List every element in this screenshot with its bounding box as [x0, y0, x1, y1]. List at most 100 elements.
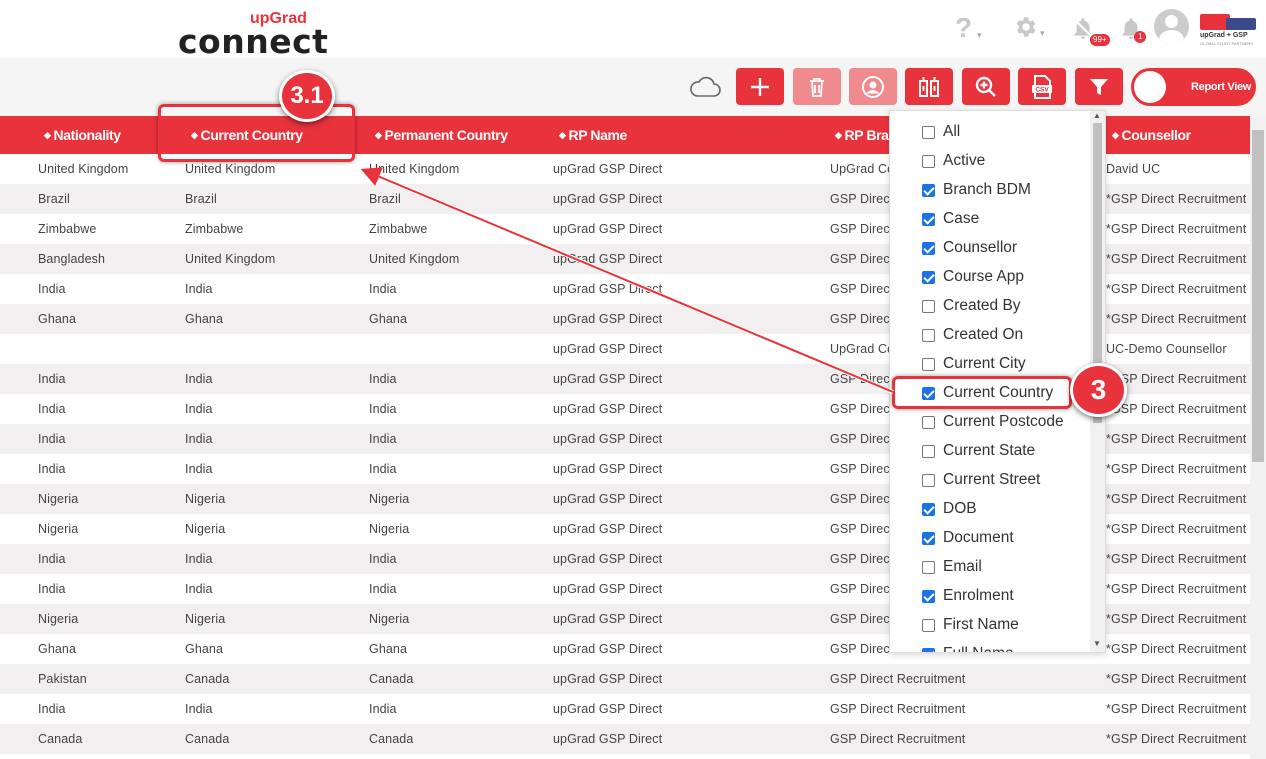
checkbox-unchecked[interactable]: [922, 155, 935, 168]
table-scrollbar-thumb[interactable]: [1252, 130, 1264, 462]
checkbox-unchecked[interactable]: [922, 619, 935, 632]
cell-current-country: India: [185, 432, 213, 446]
column-option[interactable]: Course App: [890, 262, 1090, 291]
checkbox-unchecked[interactable]: [922, 416, 935, 429]
cell-current-country: Canada: [185, 672, 230, 686]
column-option[interactable]: Current City: [890, 349, 1090, 378]
checkbox-checked[interactable]: [922, 242, 935, 255]
column-option-label: First Name: [943, 616, 1019, 633]
logo-connect-text: connect: [178, 22, 329, 61]
column-header-permanent-country[interactable]: ◆ Permanent Country: [375, 127, 508, 143]
cell-rp-name: upGrad GSP Direct: [553, 732, 663, 746]
cell-rp-name: upGrad GSP Direct: [553, 492, 663, 506]
cell-rp-name: upGrad GSP Direct: [553, 282, 663, 296]
column-option[interactable]: All: [890, 117, 1090, 146]
column-header-nationality[interactable]: ◆ Nationality: [44, 127, 121, 143]
column-option[interactable]: Created On: [890, 320, 1090, 349]
column-option[interactable]: Active: [890, 146, 1090, 175]
report-view-toggle[interactable]: Report View: [1131, 68, 1256, 106]
checkbox-unchecked[interactable]: [922, 358, 935, 371]
column-option[interactable]: Current State: [890, 436, 1090, 465]
column-option[interactable]: Created By: [890, 291, 1090, 320]
cell-rp-branch: GSP Direct: [830, 192, 894, 206]
checkbox-unchecked[interactable]: [922, 474, 935, 487]
export-csv-button[interactable]: CSV: [1018, 68, 1066, 105]
search-button[interactable]: [962, 68, 1010, 105]
cell-rp-branch: GSP Direct: [830, 582, 894, 596]
cell-counsellor: *GSP Direct Recruitment: [1106, 672, 1247, 686]
columns-button[interactable]: [905, 68, 953, 105]
app-logo[interactable]: upGrad connect: [178, 8, 338, 61]
column-option[interactable]: Current Postcode: [890, 407, 1090, 436]
column-option-label: Active: [943, 152, 986, 169]
column-header-label: Nationality: [53, 127, 122, 143]
column-option[interactable]: Branch BDM: [890, 175, 1090, 204]
column-option-label: All: [943, 123, 961, 140]
add-button[interactable]: [736, 68, 784, 105]
cell-permanent-country: United Kingdom: [369, 252, 460, 266]
table-row[interactable]: Canada Canada Canada upGrad GSP Direct GSP D…: [0, 724, 1250, 754]
checkbox-unchecked[interactable]: [922, 300, 935, 313]
cell-nationality: India: [38, 432, 66, 446]
checkbox-checked[interactable]: [922, 590, 935, 603]
cell-counsellor: *GSP Direct Recruitment: [1106, 642, 1247, 656]
scroll-up-icon[interactable]: ▲: [1093, 111, 1101, 120]
scroll-down-icon[interactable]: ▼: [1093, 639, 1101, 648]
checkbox-unchecked[interactable]: [922, 561, 935, 574]
assign-user-button[interactable]: [849, 68, 897, 105]
column-header-rp-name[interactable]: ◆ RP Name: [559, 127, 627, 143]
checkbox-unchecked[interactable]: [922, 445, 935, 458]
cell-nationality: Nigeria: [38, 612, 79, 626]
notifications-button[interactable]: 99+: [1070, 14, 1110, 48]
checkbox-unchecked[interactable]: [922, 329, 935, 342]
highlight-current-country-option: [892, 376, 1072, 409]
checkbox-checked[interactable]: [922, 503, 935, 516]
checkbox-checked[interactable]: [922, 648, 935, 652]
cloud-icon[interactable]: [688, 75, 722, 99]
sort-icon: ◆: [44, 130, 51, 140]
user-avatar[interactable]: [1154, 9, 1189, 44]
column-header-counsellor[interactable]: ◆ Counsellor: [1112, 127, 1191, 143]
checkbox-checked[interactable]: [922, 271, 935, 284]
help-menu[interactable]: ? ▾: [955, 12, 989, 44]
cell-nationality: Canada: [38, 732, 83, 746]
alerts-button[interactable]: 1: [1118, 14, 1148, 46]
checkbox-unchecked[interactable]: [922, 126, 935, 139]
column-option[interactable]: Case: [890, 204, 1090, 233]
filter-button[interactable]: [1075, 68, 1123, 105]
checkbox-checked[interactable]: [922, 532, 935, 545]
cell-rp-branch: GSP Direct: [830, 252, 894, 266]
cell-current-country: United Kingdom: [185, 162, 276, 176]
avatar-head-shape: [1165, 15, 1178, 28]
step-marker-label: 3.1: [290, 82, 324, 109]
cell-rp-branch: GSP Direct: [830, 222, 894, 236]
column-option[interactable]: Email: [890, 552, 1090, 581]
table-scrollbar[interactable]: [1250, 116, 1266, 759]
cell-rp-branch: GSP Direct: [830, 642, 894, 656]
cell-current-country: India: [185, 552, 213, 566]
cell-rp-branch: GSP Direct: [830, 462, 894, 476]
cell-current-country: United Kingdom: [185, 252, 276, 266]
column-option[interactable]: Document: [890, 523, 1090, 552]
column-option[interactable]: Enrolment: [890, 581, 1090, 610]
sort-icon: ◆: [375, 130, 382, 140]
cell-rp-name: upGrad GSP Direct: [553, 432, 663, 446]
cell-nationality: United Kingdom: [38, 162, 129, 176]
column-option[interactable]: First Name: [890, 610, 1090, 639]
toggle-knob: [1134, 71, 1166, 103]
column-option[interactable]: Counsellor: [890, 233, 1090, 262]
table-row[interactable]: Pakistan Canada Canada upGrad GSP Direct GSP…: [0, 664, 1250, 694]
delete-button[interactable]: [793, 68, 841, 105]
cell-permanent-country: Zimbabwe: [369, 222, 428, 236]
checkbox-checked[interactable]: [922, 213, 935, 226]
cell-rp-name: upGrad GSP Direct: [553, 342, 663, 356]
checkbox-checked[interactable]: [922, 184, 935, 197]
settings-menu[interactable]: ▾: [1012, 14, 1050, 44]
column-option[interactable]: DOB: [890, 494, 1090, 523]
cell-counsellor: *GSP Direct Recruitment: [1106, 612, 1247, 626]
column-option[interactable]: Full Name: [890, 639, 1090, 652]
table-row[interactable]: India India India upGrad GSP Direct GSP Dire…: [0, 694, 1250, 724]
cell-permanent-country: Nigeria: [369, 522, 410, 536]
cell-current-country: India: [185, 702, 213, 716]
column-option[interactable]: Current Street: [890, 465, 1090, 494]
